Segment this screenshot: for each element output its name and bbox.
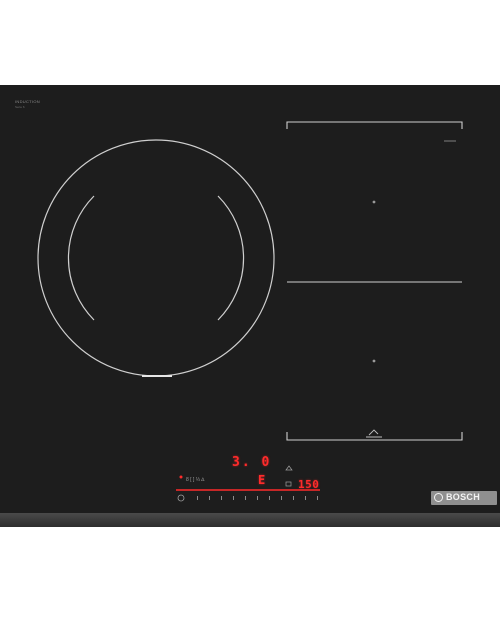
flex-zone-bottom-bracket	[286, 432, 463, 441]
function-symbols: 8 [ ] ⅓ ∆	[186, 477, 205, 483]
timer-display: 150	[298, 478, 320, 491]
slider-level-ticks	[197, 496, 318, 500]
bosch-logo-icon	[434, 493, 443, 502]
round-zone-inner-arc-right	[217, 195, 245, 321]
timer-icon	[285, 465, 293, 471]
brand-logo-text: BOSCH	[446, 492, 481, 502]
flex-zone-upper-dot	[372, 200, 376, 204]
lock-icon	[285, 481, 292, 487]
flex-zone-top-bracket	[286, 121, 463, 129]
cooking-zone-markings	[37, 121, 463, 502]
power-button-icon	[177, 494, 185, 502]
zone-display: E	[258, 473, 266, 487]
round-zone-inner-arc-left	[67, 195, 95, 321]
zone-select-indicator	[179, 475, 183, 479]
power-level-display: 3. 0	[232, 455, 272, 470]
round-zone-outer-ring	[37, 139, 275, 377]
flex-zone-pan-icon	[366, 429, 382, 438]
flex-zone-lower-dot	[372, 359, 376, 363]
product-image: INDUCTION Serie 6 3. 0 E 150 8 [] ⅓ ∆ B…	[0, 0, 500, 620]
